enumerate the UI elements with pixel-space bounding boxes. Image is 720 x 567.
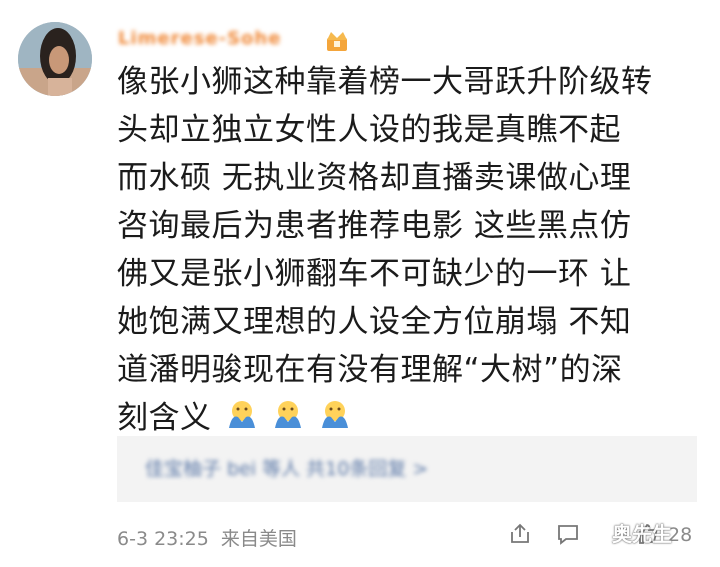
comment-icon[interactable] (556, 522, 580, 546)
watermark: 奥先生 (612, 522, 672, 546)
vip-crown-icon (325, 30, 349, 52)
comment-line: 头却立独立女性人设的我是真瞧不起 (117, 112, 621, 148)
comment-line: 像张小狮这种靠着榜一大哥跃升阶级转 (117, 64, 653, 100)
location-source: 来自美国 (220, 528, 297, 550)
comment-meta: 6-3 23:25 来自美国 (117, 524, 297, 551)
comment-text: 像张小狮这种靠着榜一大哥跃升阶级转 头却立独立女性人设的我是真瞧不起 而水硕 无… (117, 58, 677, 444)
user-avatar[interactable] (18, 22, 92, 96)
reply-preview-link[interactable]: 佳宝柚子 bei 等人 共10条回复 > (145, 454, 428, 481)
comment-line-text: 刻含义 (117, 400, 212, 436)
comment-line: 而水硕 无执业资格却直播卖课做心理 (117, 160, 632, 196)
comment-line: 咨询最后为患者推荐电影 这些黑点仿 (117, 208, 632, 244)
comment-line: 道潘明骏现在有没有理解“大树”的深 (117, 352, 623, 388)
comment-line: 佛又是张小狮翻车不可缺少的一环 让 (117, 256, 632, 292)
comment-line: 她饱满又理想的人设全方位崩塌 不知 (117, 304, 632, 340)
timestamp: 6-3 23:25 (117, 528, 209, 550)
reply-preview-box[interactable]: 佳宝柚子 bei 等人 共10条回复 > (117, 436, 697, 502)
share-icon[interactable] (508, 522, 532, 546)
username[interactable]: Limerese-Sohe (118, 28, 281, 54)
